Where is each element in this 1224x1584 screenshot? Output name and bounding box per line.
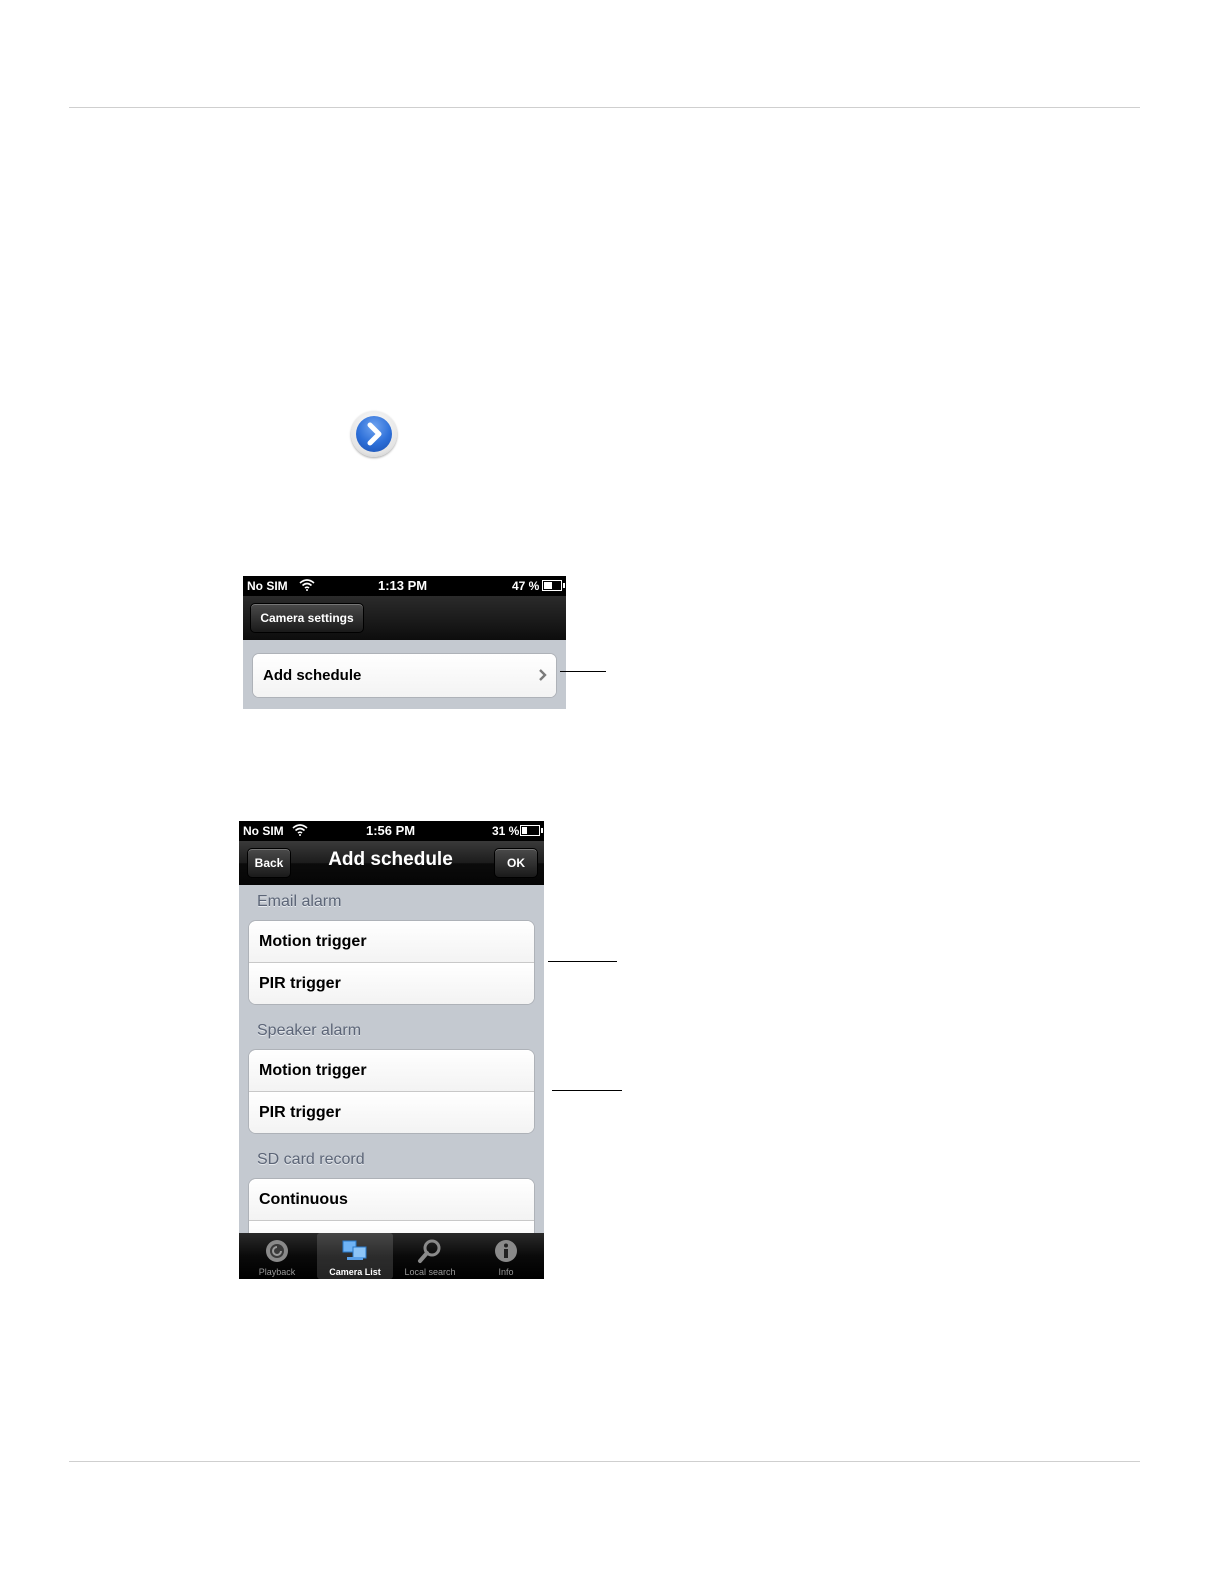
continuous-row[interactable]: Continuous xyxy=(249,1179,534,1221)
section-header-sd-card-record: SD card record xyxy=(257,1151,365,1168)
speaker-motion-trigger-row[interactable]: Motion trigger xyxy=(249,1050,534,1092)
navigation-bar: Camera settings xyxy=(243,596,566,640)
battery-percentage: 31 % xyxy=(492,824,520,838)
email-pir-trigger-row[interactable]: PIR trigger xyxy=(249,963,534,1004)
status-bar: No SIM 1:13 PM 47 % xyxy=(243,576,566,596)
section-header-email-alarm: Email alarm xyxy=(257,893,342,910)
navigation-bar: Back Add schedule OK xyxy=(239,841,544,885)
tab-label-info: Info xyxy=(498,1267,514,1277)
tab-camera-list[interactable]: Camera List xyxy=(317,1233,393,1279)
callout-line xyxy=(552,1090,622,1091)
battery-icon xyxy=(542,580,565,591)
status-time: 1:13 PM xyxy=(378,578,428,593)
email-motion-trigger-row[interactable]: Motion trigger xyxy=(249,921,534,963)
ok-button[interactable]: OK xyxy=(494,848,538,878)
status-time: 1:56 PM xyxy=(366,823,416,838)
wifi-icon xyxy=(299,579,315,591)
camera-list-icon xyxy=(342,1240,367,1260)
schedule-list[interactable]: Email alarm Motion trigger PIR trigger S… xyxy=(239,885,544,1249)
battery-percentage: 47 % xyxy=(512,579,540,593)
info-icon xyxy=(495,1240,517,1262)
tab-label-local-search: Local search xyxy=(404,1267,456,1277)
search-icon xyxy=(418,1239,441,1263)
tab-local-search[interactable]: Local search xyxy=(392,1233,468,1279)
detail-disclosure-button[interactable] xyxy=(351,411,397,457)
callout-line xyxy=(548,961,617,962)
add-schedule-group: Add schedule xyxy=(252,653,557,698)
speaker-pir-trigger-row[interactable]: PIR trigger xyxy=(249,1092,534,1133)
tab-bar: Playback Camera List Local search Info xyxy=(239,1233,544,1279)
status-bar: No SIM 1:56 PM 31 % xyxy=(239,821,544,841)
tab-label-camera-list: Camera List xyxy=(329,1267,381,1277)
page-title: Add schedule xyxy=(328,849,453,870)
camera-settings-back-button[interactable]: Camera settings xyxy=(250,603,364,633)
add-schedule-row[interactable]: Add schedule xyxy=(253,654,556,697)
carrier-label: No SIM xyxy=(243,824,284,838)
bottom-divider xyxy=(69,1461,1140,1462)
chevron-right-icon xyxy=(367,422,382,446)
tab-info[interactable]: Info xyxy=(468,1233,544,1279)
top-divider xyxy=(69,107,1140,108)
battery-icon xyxy=(520,825,543,836)
chevron-right-icon xyxy=(539,669,547,681)
screen-add-schedule: No SIM 1:56 PM 31 % Back Add schedule OK… xyxy=(239,821,544,1279)
carrier-label: No SIM xyxy=(247,579,288,593)
email-alarm-group: Motion trigger PIR trigger xyxy=(248,920,535,1005)
section-header-speaker-alarm: Speaker alarm xyxy=(257,1022,362,1039)
screen-camera-settings: No SIM 1:13 PM 47 % Camera settings Add … xyxy=(243,576,566,709)
playback-icon xyxy=(266,1240,288,1262)
add-schedule-label: Add schedule xyxy=(263,667,362,684)
wifi-icon xyxy=(292,824,308,836)
tab-playback[interactable]: Playback xyxy=(239,1233,315,1279)
speaker-alarm-group: Motion trigger PIR trigger xyxy=(248,1049,535,1134)
tab-label-playback: Playback xyxy=(258,1267,296,1277)
back-button[interactable]: Back xyxy=(247,848,291,878)
callout-line xyxy=(560,671,606,672)
